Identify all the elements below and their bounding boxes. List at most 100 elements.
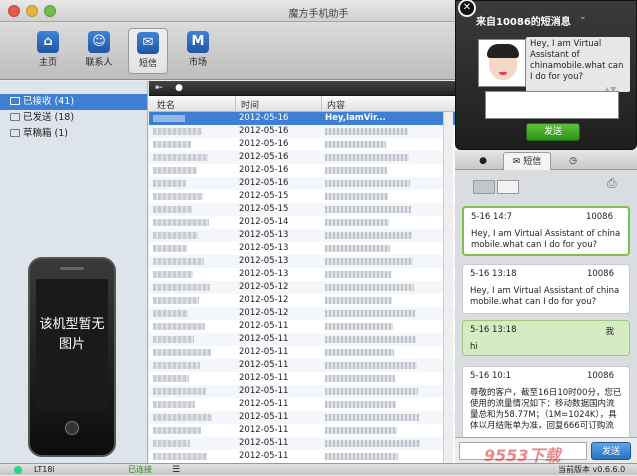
table-row[interactable]: 2012-05-16 bbox=[149, 164, 455, 177]
toolbar-home-label: 主页 bbox=[38, 58, 57, 68]
table-row[interactable]: 2012-05-13 bbox=[149, 242, 455, 255]
tab-sms-label: 短信 bbox=[523, 157, 542, 167]
toolbar-contacts-button[interactable]: ☺ 联系人 bbox=[79, 28, 119, 74]
cell-name-redacted bbox=[153, 245, 187, 252]
watermark: 9553下载 bbox=[484, 446, 561, 465]
cell-name-redacted bbox=[153, 258, 204, 265]
table-row[interactable]: 2012-05-11 bbox=[149, 411, 455, 424]
popup-send-button[interactable]: 发送 bbox=[526, 123, 580, 141]
table-row[interactable]: 2012-05-11 bbox=[149, 372, 455, 385]
view-toggle-list[interactable] bbox=[497, 180, 519, 194]
table-row[interactable]: 2012-05-16 bbox=[149, 138, 455, 151]
sidebar-item-drafts[interactable]: 草稿箱 (1) bbox=[0, 126, 147, 142]
tab-history[interactable]: ◷ bbox=[559, 152, 587, 170]
avatar-hair bbox=[487, 44, 519, 58]
table-row[interactable]: 2012-05-11 bbox=[149, 450, 455, 463]
avatar bbox=[478, 39, 526, 87]
bubble-header: 5-16 10:1 10086 bbox=[470, 371, 622, 384]
table-row[interactable]: 2012-05-11 bbox=[149, 385, 455, 398]
message-list-header: 姓名 时间 内容 bbox=[149, 96, 455, 112]
contact-icon[interactable]: ● bbox=[173, 83, 185, 94]
bubble-body: hi bbox=[470, 342, 478, 352]
cell-name-redacted bbox=[153, 310, 188, 317]
conversation-tabs: ● ✉ 短信 ◷ bbox=[455, 150, 637, 170]
message-list-scrollbar[interactable] bbox=[443, 112, 453, 463]
bubble-date: 5-16 13:18 bbox=[470, 325, 517, 335]
table-row[interactable]: 2012-05-15 bbox=[149, 190, 455, 203]
cell-time: 2012-05-11 bbox=[239, 386, 289, 396]
column-header-time[interactable]: 时间 bbox=[241, 98, 259, 111]
message-bubble[interactable]: 5-16 14:7 10086 Hey, I am Virtual Assistan… bbox=[462, 206, 630, 256]
cell-time: 2012-05-12 bbox=[239, 308, 289, 318]
table-row[interactable]: 2012-05-14 bbox=[149, 216, 455, 229]
cell-name-redacted bbox=[153, 440, 190, 447]
table-row[interactable]: 2012-05-11 bbox=[149, 359, 455, 372]
table-row[interactable]: 2012-05-11 bbox=[149, 333, 455, 346]
cell-time: 2012-05-11 bbox=[239, 412, 289, 422]
table-row[interactable]: 2012-05-11 bbox=[149, 424, 455, 437]
table-row[interactable]: 2012-05-16 Hey,IamVir... bbox=[149, 112, 455, 125]
popup-reply-input[interactable] bbox=[485, 91, 619, 119]
export-icon[interactable]: ⎙ bbox=[607, 176, 617, 191]
device-name: LT18i bbox=[34, 465, 55, 474]
table-row[interactable]: 2012-05-15 bbox=[149, 203, 455, 216]
table-row[interactable]: 2012-05-12 bbox=[149, 281, 455, 294]
clock-icon: ◷ bbox=[569, 156, 577, 166]
cell-content-redacted bbox=[325, 193, 388, 200]
table-row[interactable]: 2012-05-16 bbox=[149, 125, 455, 138]
bubble-date: 5-16 14:7 bbox=[471, 212, 513, 222]
sidebar-item-label: 已发送 (18) bbox=[23, 112, 75, 123]
table-row[interactable]: 2012-05-13 bbox=[149, 268, 455, 281]
column-header-name[interactable]: 姓名 bbox=[157, 98, 175, 111]
toolbar-sms-button[interactable]: ✉ 短信 bbox=[128, 28, 168, 74]
message-list: ⇤ ● 姓名 时间 内容 2012-05-16 Hey,IamVir... 2012… bbox=[149, 81, 455, 463]
toolbar-market-label: 市场 bbox=[188, 58, 207, 68]
cell-time: 2012-05-15 bbox=[239, 191, 289, 201]
cell-content-redacted bbox=[325, 453, 398, 460]
reply-send-button[interactable]: 发送 bbox=[591, 442, 631, 460]
table-row[interactable]: 2012-05-11 bbox=[149, 346, 455, 359]
table-row[interactable]: 2012-05-16 bbox=[149, 177, 455, 190]
tab-sms[interactable]: ✉ 短信 bbox=[503, 152, 551, 170]
cell-name-redacted bbox=[153, 414, 212, 421]
cell-time: 2012-05-11 bbox=[239, 321, 289, 331]
cell-content-redacted bbox=[325, 375, 395, 382]
phone-speaker bbox=[60, 267, 84, 270]
sidebar-item-inbox[interactable]: 已接收 (41) bbox=[0, 94, 147, 110]
table-row[interactable]: 2012-05-13 bbox=[149, 255, 455, 268]
table-row[interactable]: 2012-05-13 bbox=[149, 229, 455, 242]
bubble-header: 5-16 13:18 10086 bbox=[470, 269, 622, 282]
table-row[interactable]: 2012-05-11 bbox=[149, 398, 455, 411]
device-status-icon bbox=[14, 466, 22, 474]
popup-title: 来自10086的短消息 bbox=[476, 17, 571, 28]
cell-content-redacted bbox=[325, 128, 408, 135]
import-icon[interactable]: ⇤ bbox=[153, 83, 165, 94]
cell-content-redacted bbox=[325, 167, 387, 174]
view-toggle-bubble[interactable] bbox=[473, 180, 495, 194]
popup-close-button[interactable]: ✕ bbox=[458, 0, 476, 17]
sidebar-item-sent[interactable]: 已发送 (18) bbox=[0, 110, 147, 126]
message-bubble[interactable]: 5-16 13:18 10086 Hey, I am Virtual Assista… bbox=[462, 264, 630, 314]
cell-name-redacted bbox=[153, 323, 205, 330]
table-row[interactable]: 2012-05-16 bbox=[149, 151, 455, 164]
cell-content-redacted bbox=[325, 362, 417, 369]
cell-name-redacted bbox=[153, 427, 201, 434]
menu-icon[interactable]: ☰ bbox=[172, 465, 180, 476]
cell-content-redacted bbox=[325, 219, 389, 226]
toolbar-market-button[interactable]: M 市场 bbox=[178, 28, 218, 74]
bubble-sender: 10086 bbox=[586, 371, 614, 381]
tab-contact[interactable]: ● bbox=[469, 152, 497, 170]
table-row[interactable]: 2012-05-12 bbox=[149, 307, 455, 320]
bubble-body: Hey, I am Virtual Assistant of chinamobi… bbox=[470, 286, 620, 307]
toolbar-home-button[interactable]: ⌂ 主页 bbox=[28, 28, 68, 74]
column-header-content[interactable]: 内容 bbox=[327, 98, 345, 111]
cell-content-redacted bbox=[325, 427, 397, 434]
home-icon: ⌂ bbox=[37, 31, 59, 53]
message-bubble[interactable]: 5-16 13:18 我 hi bbox=[462, 320, 630, 356]
person-icon: ● bbox=[479, 156, 487, 166]
chevron-down-icon[interactable]: ⌄ bbox=[579, 12, 587, 22]
table-row[interactable]: 2012-05-11 bbox=[149, 320, 455, 333]
table-row[interactable]: 2012-05-11 bbox=[149, 437, 455, 450]
table-row[interactable]: 2012-05-12 bbox=[149, 294, 455, 307]
cell-name-redacted bbox=[153, 271, 193, 278]
